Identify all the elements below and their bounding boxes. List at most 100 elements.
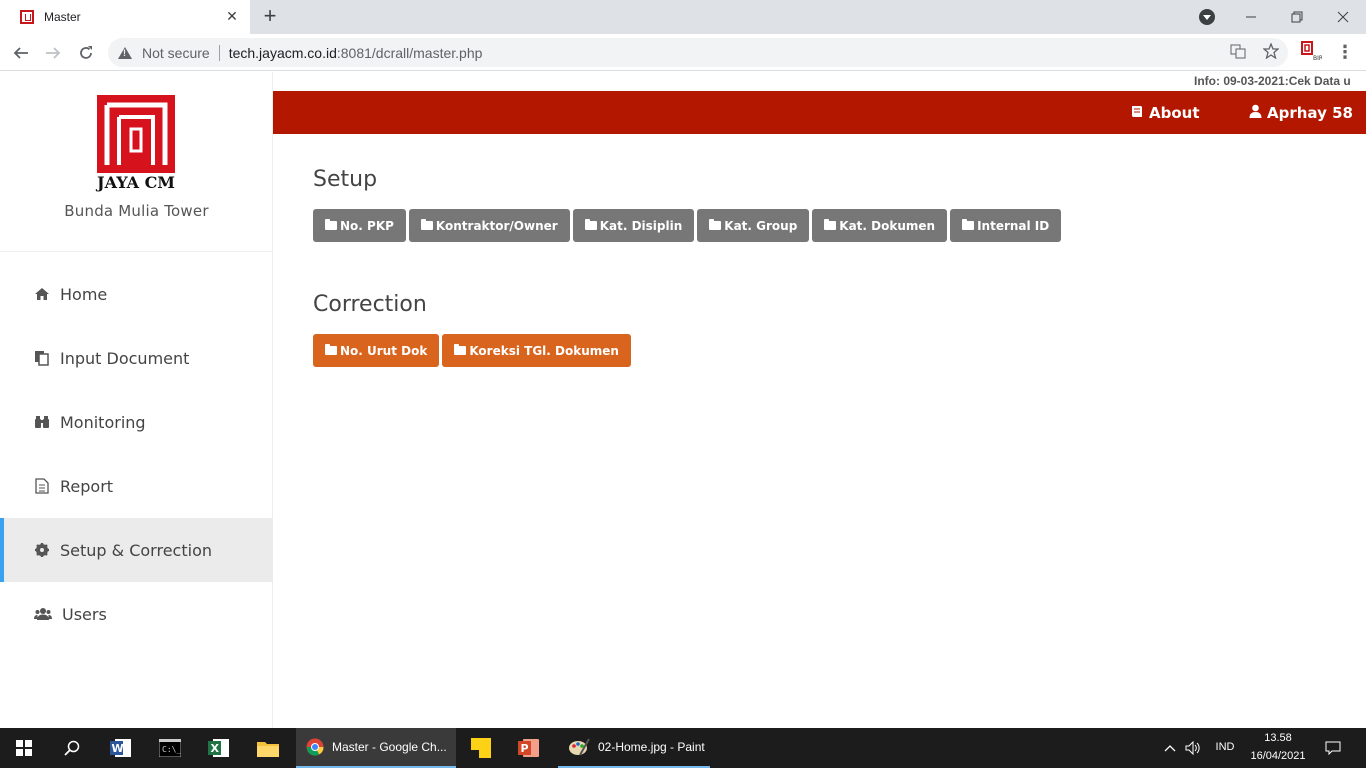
clock-time[interactable]: 13.58: [1248, 732, 1308, 744]
restore-button[interactable]: [1274, 0, 1320, 34]
tab-close-icon[interactable]: ✕: [224, 8, 240, 24]
extension-icon[interactable]: BIRO: [1300, 41, 1328, 62]
svg-text:BIRO: BIRO: [1313, 55, 1322, 61]
button-label: Kat. Group: [724, 218, 798, 233]
excel-app[interactable]: X: [195, 728, 243, 768]
sidebar-item-label: Input Document: [60, 348, 190, 368]
folder-icon: [325, 219, 337, 230]
warning-icon: [118, 46, 132, 59]
terminal-app[interactable]: C:\_: [146, 728, 194, 768]
minimize-icon: [1246, 16, 1256, 18]
back-button[interactable]: [8, 40, 34, 66]
kat-dokumen-button[interactable]: Kat. Dokumen: [812, 209, 948, 242]
security-status[interactable]: Not secure: [142, 45, 210, 61]
word-icon: W: [110, 739, 131, 757]
powerpoint-app[interactable]: P: [505, 728, 553, 768]
main-content: Setup No. PKP Kontraktor/Owner Kat. Disi…: [313, 167, 1062, 417]
word-app[interactable]: W: [97, 728, 145, 768]
setup-buttons: No. PKP Kontraktor/Owner Kat. Disiplin K…: [313, 209, 1062, 242]
about-link[interactable]: About: [1130, 91, 1200, 134]
sidebar-item-setup-correction[interactable]: Setup & Correction: [0, 518, 273, 582]
setup-title: Setup: [313, 167, 378, 192]
copy-icon: [34, 350, 50, 366]
no-pkp-button[interactable]: No. PKP: [313, 209, 406, 242]
users-icon: [34, 606, 52, 622]
bookmark-star-icon[interactable]: [1262, 42, 1280, 63]
search-button[interactable]: [48, 728, 96, 768]
windows-taskbar: W C:\_ X Master - Google Ch... P 02-Home…: [0, 728, 1366, 768]
kat-disiplin-button[interactable]: Kat. Disiplin: [572, 209, 695, 242]
svg-text:C:\_: C:\_: [162, 745, 181, 754]
button-label: Internal ID: [977, 218, 1050, 233]
brand: JAYA CM Bunda Mulia Tower: [0, 72, 273, 252]
user-icon: [1249, 104, 1262, 122]
clock-date[interactable]: 16/04/2021: [1243, 750, 1313, 762]
sidebar-item-monitoring[interactable]: Monitoring: [0, 390, 273, 454]
restore-icon: [1291, 11, 1303, 23]
file-explorer-app[interactable]: [244, 728, 292, 768]
site-favicon-icon: [20, 10, 34, 24]
start-button[interactable]: [0, 728, 48, 768]
no-urut-dok-button[interactable]: No. Urut Dok: [313, 334, 440, 367]
reload-button[interactable]: [73, 40, 99, 66]
folder-icon: [824, 219, 837, 230]
folder-icon: [420, 219, 433, 230]
excel-icon: X: [208, 739, 229, 757]
logo-text: JAYA CM: [97, 173, 176, 192]
taskbar-item-label: 02-Home.jpg - Paint: [598, 740, 705, 754]
folder-icon: [454, 344, 467, 355]
taskbar-chrome-window[interactable]: Master - Google Ch...: [296, 728, 456, 768]
divider: [218, 44, 220, 61]
folder-icon: [257, 742, 279, 757]
sidebar-item-users[interactable]: Users: [0, 582, 273, 646]
new-tab-button[interactable]: +: [258, 5, 282, 29]
arrow-right-icon: [46, 47, 61, 59]
minimize-button[interactable]: [1228, 0, 1274, 34]
address-bar[interactable]: Not secure tech.jayacm.co.id:8081/dcrall…: [108, 38, 1288, 67]
koreksi-tgl-dokumen-button[interactable]: Koreksi TGl. Dokumen: [442, 334, 631, 367]
tray-chevron-icon[interactable]: [1160, 728, 1180, 768]
folder-icon: [325, 344, 337, 355]
binoculars-icon: [34, 414, 50, 430]
sticky-notes-app[interactable]: [457, 728, 505, 768]
kontraktor-owner-button[interactable]: Kontraktor/Owner: [408, 209, 570, 242]
language-indicator[interactable]: IND: [1210, 741, 1240, 753]
taskbar-paint-window[interactable]: 02-Home.jpg - Paint: [558, 728, 710, 768]
page: JAYA CM Bunda Mulia Tower Home Input Doc…: [0, 72, 1366, 728]
sidebar-item-home[interactable]: Home: [0, 262, 273, 326]
browser-menu-icon[interactable]: ⋮: [1336, 41, 1354, 63]
forward-button[interactable]: [40, 40, 66, 66]
gear-icon: [34, 542, 50, 558]
powerpoint-icon: P: [518, 739, 539, 757]
user-menu[interactable]: Aprhay 58: [1249, 91, 1353, 134]
chrome-icon: [306, 738, 324, 756]
volume-icon[interactable]: [1183, 728, 1203, 768]
close-window-button[interactable]: [1320, 0, 1366, 34]
svg-text:P: P: [521, 742, 529, 755]
browser-tabstrip: Master ✕ +: [0, 0, 1366, 34]
folder-icon: [709, 219, 722, 230]
url-host: tech.jayacm.co.id: [228, 44, 337, 61]
translate-icon[interactable]: [1230, 43, 1246, 63]
internal-id-button[interactable]: Internal ID: [950, 209, 1062, 242]
notifications-icon[interactable]: [1320, 728, 1346, 768]
button-label: Kat. Dokumen: [839, 218, 936, 233]
sidebar-item-input-document[interactable]: Input Document: [0, 326, 273, 390]
svg-text:W: W: [112, 742, 124, 755]
button-label: Kat. Disiplin: [599, 218, 683, 233]
button-label: Kontraktor/Owner: [435, 218, 558, 233]
sidebar-item-report[interactable]: Report: [0, 454, 273, 518]
tab-title: Master: [44, 10, 81, 24]
search-icon: [64, 740, 80, 756]
sidebar-item-label: Report: [60, 476, 114, 496]
book-icon: [1130, 104, 1144, 122]
top-header: About Aprhay 58: [273, 91, 1366, 134]
kat-group-button[interactable]: Kat. Group: [697, 209, 810, 242]
button-label: No. PKP: [340, 218, 394, 233]
sticky-notes-icon: [471, 738, 491, 758]
tab-search-icon[interactable]: [1199, 9, 1215, 25]
browser-tab[interactable]: Master ✕: [0, 0, 250, 34]
correction-title: Correction: [313, 292, 427, 317]
browser-toolbar: Not secure tech.jayacm.co.id:8081/dcrall…: [0, 34, 1366, 71]
svg-text:X: X: [211, 742, 220, 755]
